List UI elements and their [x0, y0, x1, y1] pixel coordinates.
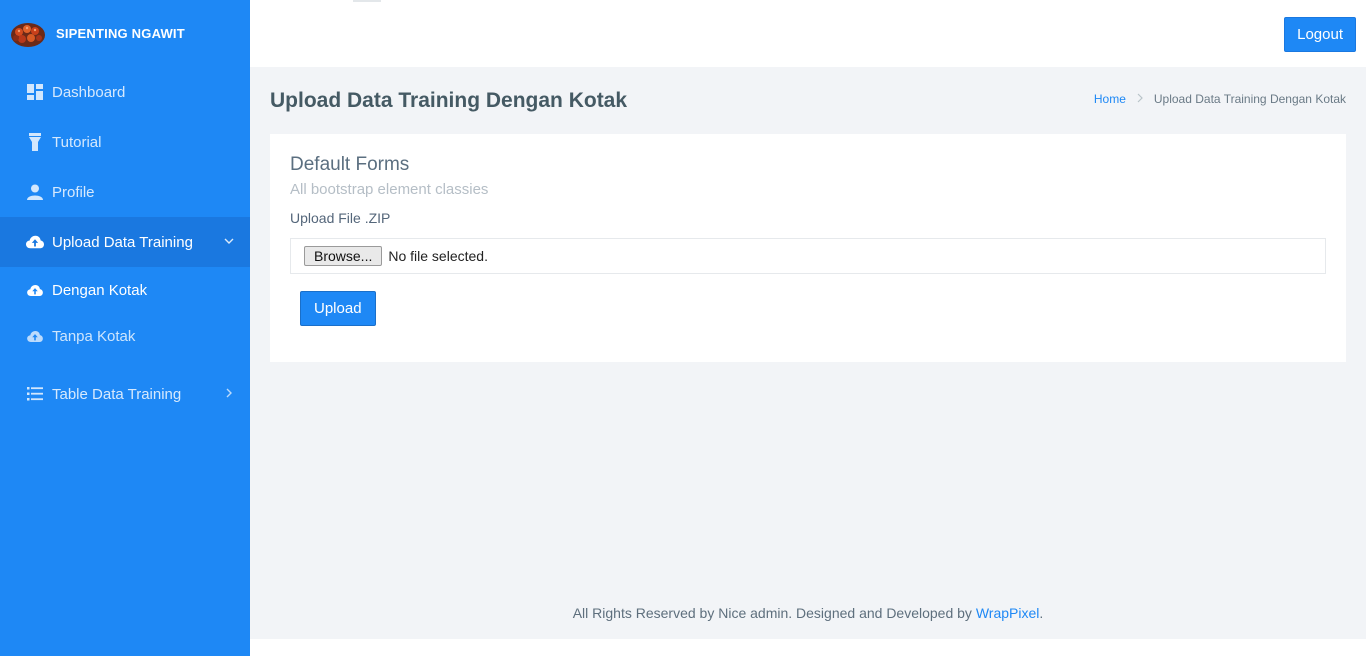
- sidebar-item-tutorial[interactable]: Tutorial: [0, 117, 250, 167]
- chevron-right-icon: [1136, 92, 1144, 106]
- sidebar-item-label: Upload Data Training: [52, 233, 193, 251]
- sidebar: SIPENTING NGAWIT Dashboard Tutorial Prof…: [0, 0, 250, 656]
- page-title: Upload Data Training Dengan Kotak: [270, 89, 628, 112]
- sidebar-item-label: Dashboard: [52, 83, 126, 101]
- sidebar-item-table-data-training[interactable]: Table Data Training: [0, 369, 250, 419]
- palm-fruit-logo-icon: [10, 20, 46, 48]
- logout-button[interactable]: Logout: [1284, 17, 1356, 52]
- footer: All Rights Reserved by Nice admin. Desig…: [250, 587, 1366, 639]
- file-field-label: Upload File .ZIP: [290, 210, 391, 226]
- list-icon: [26, 385, 44, 403]
- cloud-upload-icon: [26, 281, 44, 299]
- topbar: Logout: [250, 0, 1366, 67]
- sidebar-subitem-tanpa-kotak[interactable]: Tanpa Kotak: [0, 313, 250, 359]
- dashboard-icon: [26, 83, 44, 101]
- breadcrumb-home-link[interactable]: Home: [1094, 92, 1126, 106]
- card-title: Default Forms: [290, 154, 410, 175]
- sidebar-subitem-dengan-kotak[interactable]: Dengan Kotak: [0, 267, 250, 313]
- file-status-text: No file selected.: [388, 248, 488, 264]
- sidebar-item-profile[interactable]: Profile: [0, 167, 250, 217]
- topbar-divider: [353, 0, 381, 2]
- browse-button[interactable]: Browse...: [304, 246, 383, 266]
- footer-end: .: [1039, 605, 1044, 621]
- chevron-down-icon: [222, 234, 236, 248]
- user-icon: [26, 183, 44, 201]
- sidebar-subitem-label: Tanpa Kotak: [52, 327, 136, 345]
- sidebar-item-upload-data-training[interactable]: Upload Data Training: [0, 217, 250, 267]
- flashlight-icon: [26, 133, 44, 151]
- card-subtitle: All bootstrap element classies: [290, 181, 489, 198]
- breadcrumb-current: Upload Data Training Dengan Kotak: [1153, 92, 1346, 106]
- breadcrumb: Home Upload Data Training Dengan Kotak: [1094, 92, 1346, 106]
- file-input[interactable]: Browse... No file selected.: [290, 238, 1326, 274]
- cloud-upload-icon: [26, 233, 44, 251]
- sidebar-item-label: Table Data Training: [52, 385, 182, 403]
- cloud-upload-icon: [26, 327, 44, 345]
- sidebar-item-label: Tutorial: [52, 133, 102, 151]
- brand-name: SIPENTING NGAWIT: [56, 26, 185, 41]
- chevron-right-icon: [222, 386, 236, 400]
- upload-button[interactable]: Upload: [300, 291, 376, 326]
- footer-wrappixel-link[interactable]: WrapPixel: [976, 605, 1040, 621]
- footer-text: All Rights Reserved by Nice admin. Desig…: [572, 605, 976, 621]
- footer-bottom-strip: [250, 639, 1366, 656]
- sidebar-subitem-label: Dengan Kotak: [52, 281, 148, 299]
- brand[interactable]: SIPENTING NGAWIT: [0, 0, 250, 67]
- sidebar-item-label: Profile: [52, 183, 95, 201]
- sidebar-item-dashboard[interactable]: Dashboard: [0, 67, 250, 117]
- upload-form-card: Default Forms All bootstrap element clas…: [270, 134, 1346, 362]
